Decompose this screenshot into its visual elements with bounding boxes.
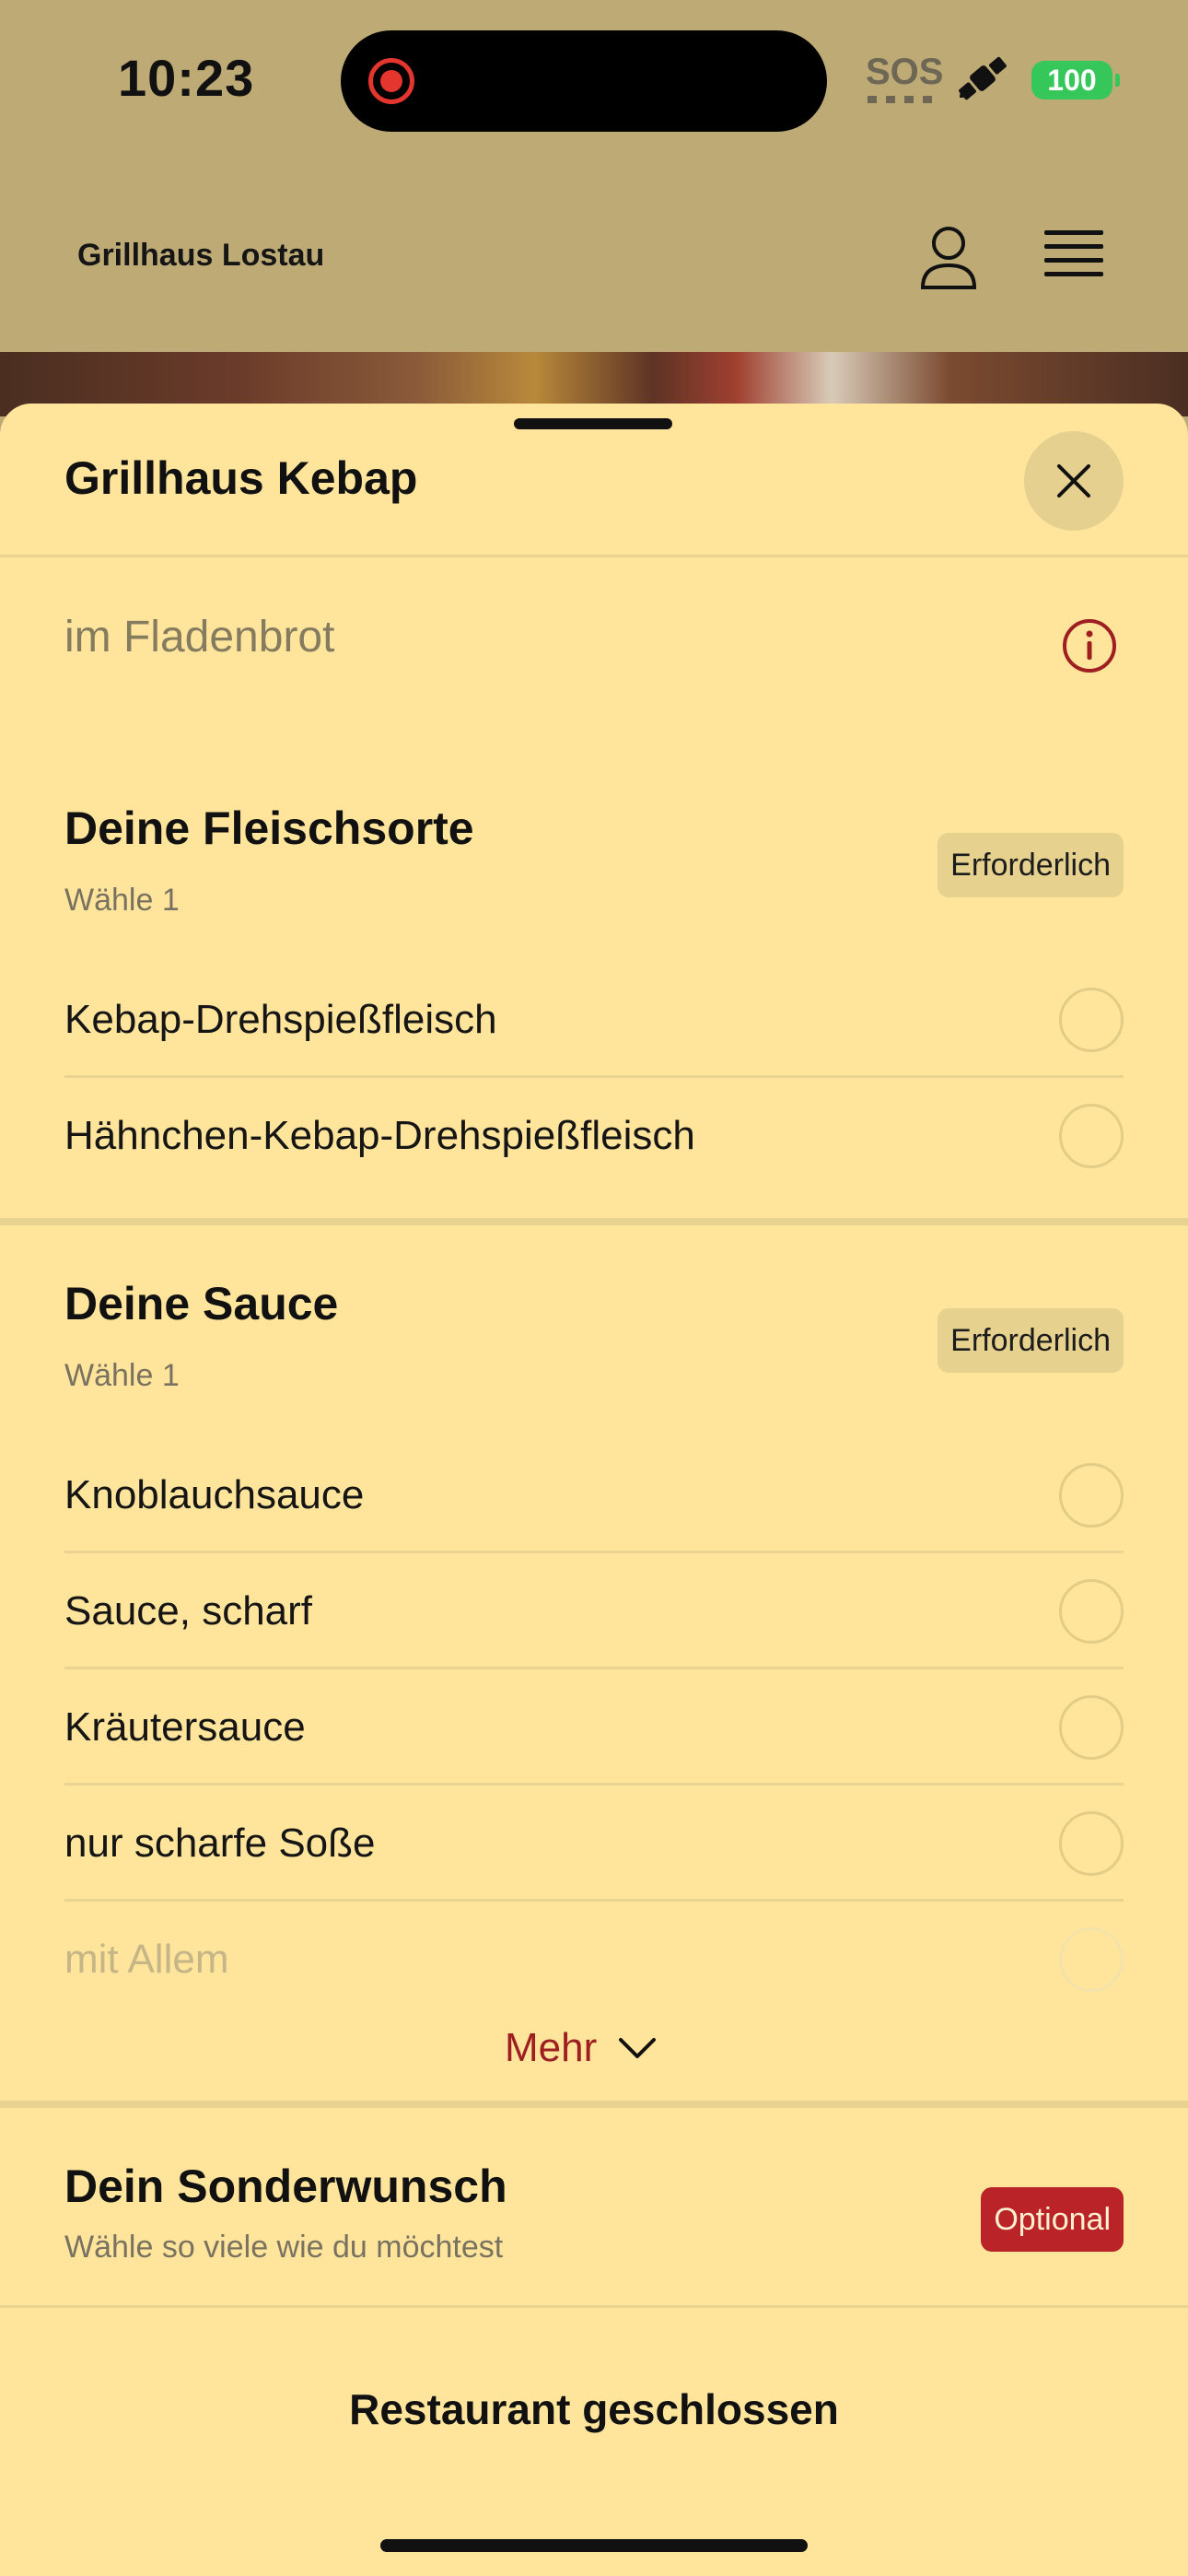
option-row[interactable]: Knoblauchsauce [64, 1437, 1124, 1553]
user-icon[interactable] [917, 225, 980, 291]
option-row[interactable]: Kräutersauce [64, 1669, 1124, 1786]
info-icon[interactable] [1061, 617, 1118, 674]
optional-badge: Optional [981, 2187, 1124, 2252]
sheet-grabber[interactable] [514, 418, 672, 429]
option-label: Hähnchen-Kebap-Drehspießfleisch [64, 1113, 695, 1158]
group-title-special: Dein Sonderwunsch [64, 2160, 507, 2212]
status-bar: 10:23 SOS 100 [0, 0, 1188, 166]
option-row[interactable]: Kebap-Drehspießfleisch [64, 962, 1124, 1078]
show-more-button[interactable]: Mehr [505, 2016, 658, 2080]
radio-button[interactable] [1059, 1811, 1124, 1876]
section-divider [0, 1218, 1188, 1225]
group-hint-meat: Wähle 1 [64, 883, 180, 918]
option-row[interactable]: Hähnchen-Kebap-Drehspießfleisch [64, 1078, 1124, 1194]
option-label: mit Allem [64, 1937, 229, 1982]
show-more-label: Mehr [505, 2025, 598, 2070]
radio-button[interactable] [1059, 1695, 1124, 1760]
option-label: Knoblauchsauce [64, 1472, 365, 1517]
option-row[interactable]: mit Allem [64, 1902, 1124, 2018]
radio-button[interactable] [1059, 988, 1124, 1052]
chevron-down-icon [619, 2038, 657, 2058]
group-hint-special: Wähle so viele wie du möchtest [64, 2230, 504, 2265]
dynamic-island [341, 30, 827, 132]
status-time: 10:23 [118, 49, 255, 107]
record-icon [368, 58, 414, 104]
option-label: nur scharfe Soße [64, 1821, 376, 1866]
home-indicator[interactable] [380, 2539, 808, 2552]
battery-indicator: 100 [1031, 61, 1120, 100]
screen: 10:23 SOS 100 Grillhaus Lostau Grillhaus [0, 0, 1188, 2576]
option-row[interactable]: Sauce, scharf [64, 1553, 1124, 1669]
app-header: Grillhaus Lostau [0, 166, 1188, 352]
restaurant-closed-label: Restaurant geschlossen [349, 2385, 839, 2433]
group-title-meat: Deine Fleischsorte [64, 802, 474, 854]
required-badge: Erforderlich [938, 833, 1124, 897]
satellite-icon [959, 56, 1007, 100]
product-sheet: Grillhaus Kebap im Fladenbrot Deine Flei… [0, 404, 1188, 2576]
option-label: Sauce, scharf [64, 1588, 313, 1633]
option-label: Kräutersauce [64, 1704, 306, 1750]
divider [0, 555, 1188, 557]
radio-button[interactable] [1059, 1463, 1124, 1528]
option-label: Kebap-Drehspießfleisch [64, 997, 497, 1042]
menu-icon[interactable] [1044, 230, 1103, 282]
group-title-sauce: Deine Sauce [64, 1278, 339, 1329]
divider [0, 2305, 1188, 2308]
radio-button[interactable] [1059, 1927, 1124, 1992]
sheet-title: Grillhaus Kebap [64, 452, 418, 504]
section-divider [0, 2101, 1188, 2108]
required-badge: Erforderlich [938, 1308, 1124, 1373]
option-row[interactable]: nur scharfe Soße [64, 1786, 1124, 1902]
radio-button[interactable] [1059, 1104, 1124, 1168]
signal-dots [868, 96, 932, 103]
brand-name[interactable]: Grillhaus Lostau [77, 238, 324, 274]
group-hint-sauce: Wähle 1 [64, 1358, 180, 1393]
sos-indicator: SOS [866, 52, 944, 92]
radio-button[interactable] [1059, 1579, 1124, 1644]
product-subtitle: im Fladenbrot [64, 613, 335, 662]
close-icon [1057, 464, 1090, 498]
close-button[interactable] [1024, 431, 1124, 531]
